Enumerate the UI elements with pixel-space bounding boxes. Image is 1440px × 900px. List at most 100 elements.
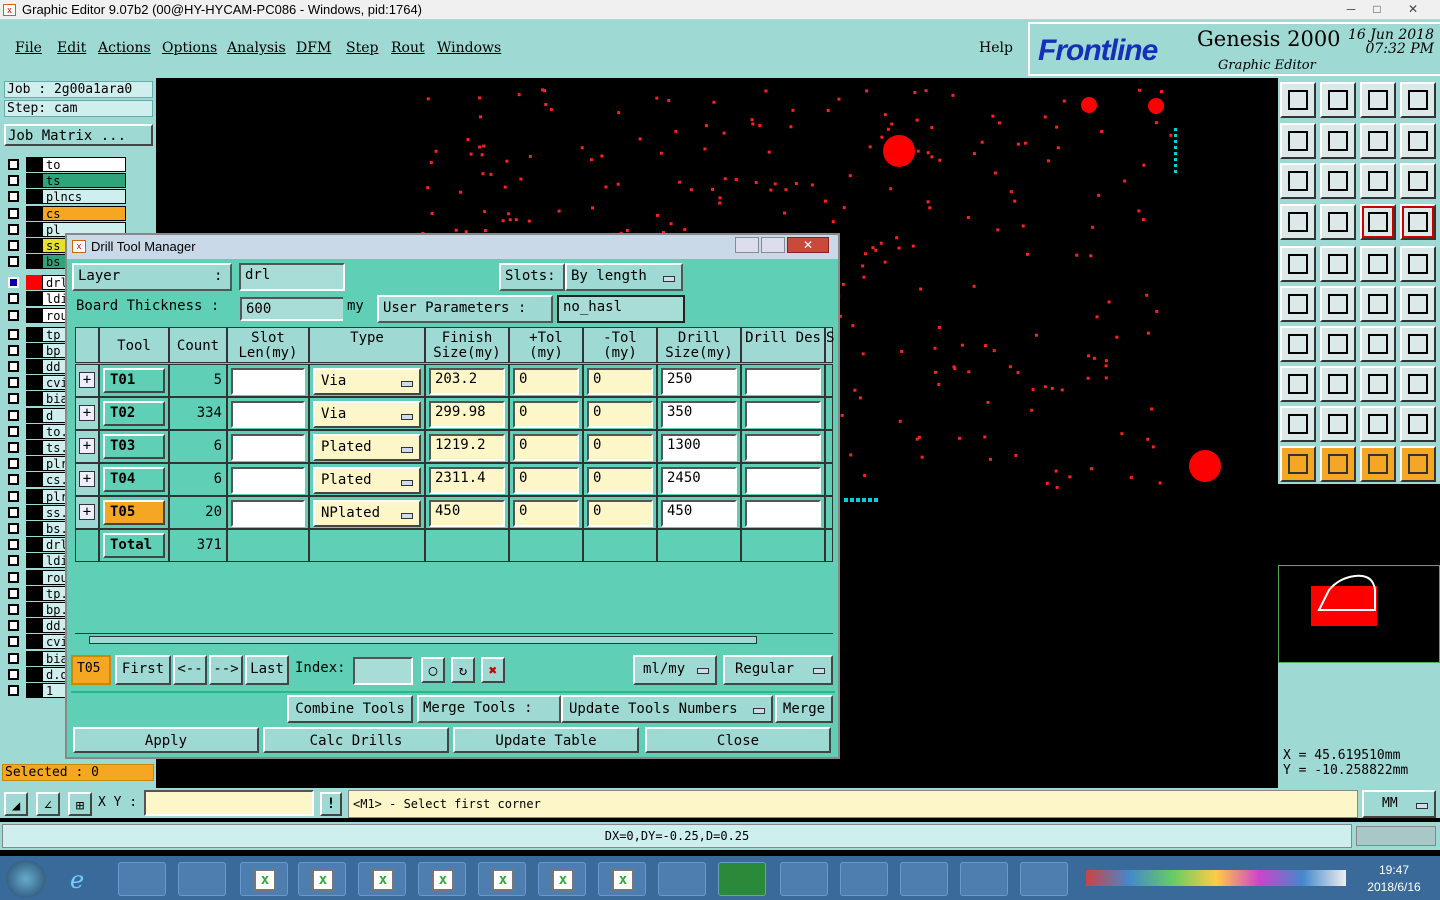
taskbar-clock[interactable]: 19:47 2018/6/16 [1354, 862, 1434, 896]
expand-row-button[interactable]: + [75, 364, 99, 397]
layer-checkbox[interactable] [8, 506, 19, 518]
layer-checkbox[interactable] [8, 240, 19, 251]
scrollbar-thumb[interactable] [89, 636, 757, 644]
user-parameters-input[interactable]: no_hasl [557, 295, 685, 323]
line-icon[interactable] [1360, 286, 1396, 322]
layer-checkbox[interactable] [8, 175, 19, 187]
slot-length-input[interactable] [231, 434, 305, 461]
genesis-task-2[interactable]: x [298, 862, 346, 896]
layer-checkbox[interactable] [8, 223, 19, 235]
plus-tol-input[interactable]: 0 [513, 401, 579, 428]
job-matrix-button[interactable]: Job Matrix ... [4, 124, 153, 146]
menu-step[interactable]: Step [346, 40, 378, 56]
minus-tol-input[interactable]: 0 [587, 467, 653, 494]
line-dot-icon[interactable] [1400, 286, 1436, 322]
tool-cell[interactable]: T01 [99, 364, 169, 397]
apply-button[interactable]: Apply [73, 727, 259, 753]
finish-size-input[interactable]: 450 [429, 500, 505, 527]
layer-checkbox[interactable] [8, 442, 19, 453]
layer-checkbox[interactable] [8, 474, 19, 486]
table-scrollbar[interactable] [75, 633, 833, 647]
zoom-box-icon[interactable]: ◢ [4, 792, 28, 816]
genesis-task-4[interactable]: x [418, 862, 466, 896]
layer-checkbox[interactable] [8, 523, 19, 534]
close-window-button[interactable]: ✕ [1398, 1, 1428, 18]
scale-icon[interactable] [1360, 163, 1396, 199]
help-icon[interactable] [1400, 163, 1436, 199]
finish-size-input[interactable]: 1219.2 [429, 434, 505, 461]
last-button[interactable]: Last [245, 655, 289, 685]
clear-icon[interactable]: ✖ [481, 657, 505, 683]
first-button[interactable]: First [115, 655, 171, 685]
tool-name[interactable]: T02 [103, 401, 165, 426]
layer-checkbox[interactable] [8, 636, 19, 648]
mirror-icon[interactable] [1400, 326, 1436, 362]
layer-checkbox[interactable] [8, 361, 19, 372]
finish-size-input[interactable]: 203.2 [429, 368, 505, 395]
viewer-icon[interactable] [1020, 862, 1068, 896]
drill-des-input[interactable] [745, 434, 821, 461]
alert-icon[interactable]: ! [320, 792, 342, 816]
open-icon[interactable] [1280, 82, 1316, 118]
layer-checkbox[interactable] [8, 490, 19, 502]
layer-b-icon[interactable] [1400, 203, 1436, 240]
layer-name[interactable]: cs [42, 205, 126, 221]
angle-icon[interactable] [1280, 326, 1316, 362]
edit-tool-icon[interactable] [1280, 203, 1316, 240]
status-controls[interactable] [1356, 826, 1436, 846]
window-icon[interactable] [1400, 82, 1436, 118]
select-c-icon[interactable] [1400, 446, 1436, 482]
drill-des-input[interactable] [745, 401, 821, 428]
move-icon[interactable] [1360, 366, 1396, 402]
zoom-fit-icon[interactable] [1360, 122, 1396, 159]
combine-tools-button[interactable]: Combine Tools [287, 695, 413, 723]
expand-row-button[interactable]: + [75, 496, 99, 529]
layer-checkbox[interactable] [8, 604, 19, 615]
layer-row[interactable]: plncs [4, 189, 126, 205]
slot-length-input[interactable] [231, 467, 305, 494]
dialog-minimize-button[interactable] [735, 237, 759, 253]
drill-size-input[interactable]: 2450 [661, 467, 737, 494]
grid-icon[interactable]: ⊞ [68, 792, 92, 816]
finish-size-input[interactable]: 299.98 [429, 401, 505, 428]
close-button[interactable]: Close [645, 727, 831, 753]
save-app-icon[interactable] [178, 862, 226, 896]
layer-checkbox[interactable] [8, 571, 19, 583]
drill-size-input[interactable]: 1300 [661, 434, 737, 461]
tool-name[interactable]: T05 [103, 500, 165, 525]
next-button[interactable]: --> [209, 655, 243, 685]
units-selector[interactable]: MM [1362, 790, 1436, 818]
layer-checkbox[interactable] [8, 256, 19, 268]
tool-cell[interactable]: T04 [99, 463, 169, 496]
slots-dropdown[interactable]: By length [565, 263, 683, 291]
slash-icon[interactable] [1320, 326, 1356, 362]
layer-row[interactable]: ts [4, 173, 126, 189]
system-tray-icons[interactable] [1086, 870, 1346, 886]
app-eye-icon[interactable] [118, 862, 166, 896]
minimize-button[interactable]: ─ [1338, 1, 1364, 18]
type-dropdown[interactable]: NPlated [313, 500, 421, 527]
layer-name[interactable]: ts [42, 173, 126, 189]
plus-tol-input[interactable]: 0 [513, 467, 579, 494]
layer-name[interactable]: to [42, 157, 126, 172]
maximize-button[interactable]: □ [1364, 1, 1390, 18]
shell-app-icon[interactable] [840, 862, 888, 896]
genesis-task-7[interactable]: x [598, 862, 646, 896]
layer-checkbox[interactable] [8, 409, 19, 421]
pad-icon[interactable] [1280, 246, 1316, 282]
tool-cell[interactable]: T05 [99, 496, 169, 529]
genesis-task-5[interactable]: x [478, 862, 526, 896]
minus-tol-input[interactable]: 0 [587, 434, 653, 461]
plus-tol-input[interactable]: 0 [513, 500, 579, 527]
slot-length-input[interactable] [231, 368, 305, 395]
mode-dropdown[interactable]: Regular [723, 655, 833, 685]
type-dropdown[interactable]: Via [313, 401, 421, 428]
menu-actions[interactable]: Actions [98, 40, 151, 56]
minus-tol-input[interactable]: 0 [587, 368, 653, 395]
layer-checkbox[interactable] [8, 207, 19, 219]
expand-row-button[interactable]: + [75, 430, 99, 463]
triangle-b-icon[interactable] [1320, 406, 1356, 442]
layer-row[interactable]: to [4, 157, 126, 172]
index-input[interactable] [353, 657, 413, 685]
f-app-icon[interactable] [718, 862, 766, 896]
